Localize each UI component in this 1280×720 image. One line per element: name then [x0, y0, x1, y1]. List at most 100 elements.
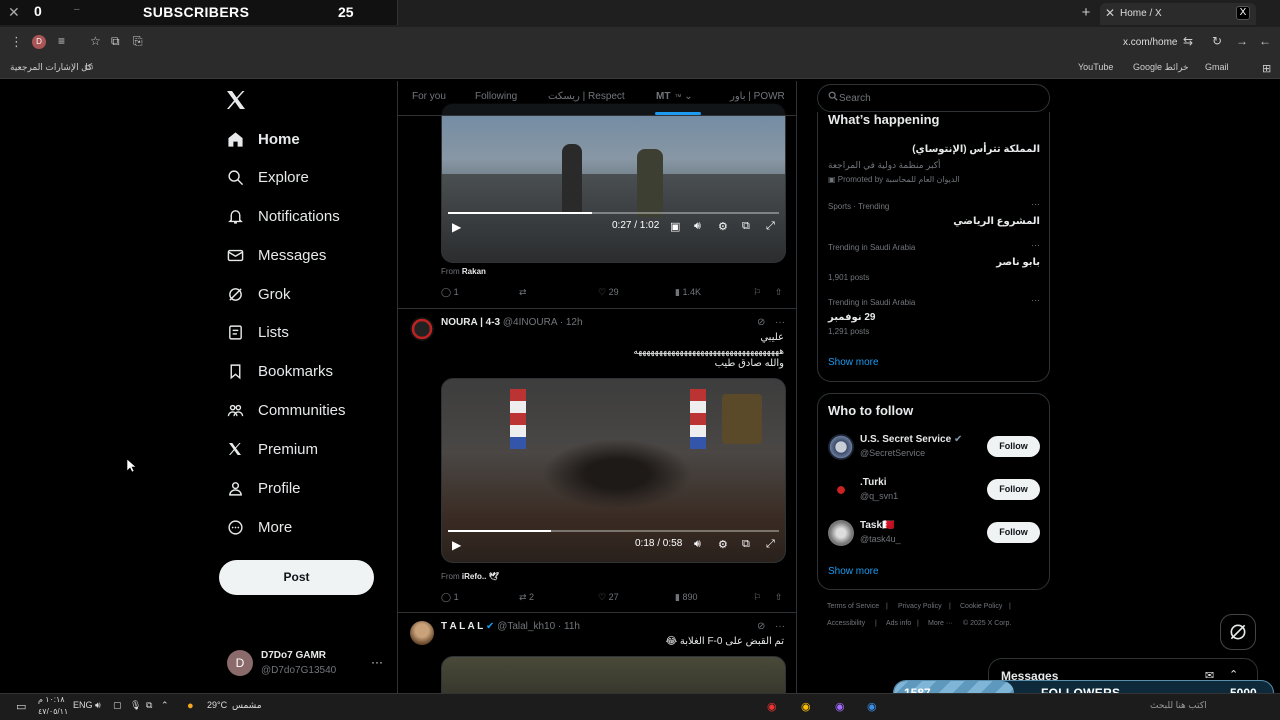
fullscreen-icon[interactable]: ⤢	[766, 538, 775, 551]
all-bookmarks[interactable]: كل الإشارات المرجعية	[10, 62, 92, 73]
footer-cookie[interactable]: Cookie Policy	[960, 603, 1002, 610]
avatar[interactable]	[410, 621, 434, 645]
bookmark-icon[interactable]: ⚐	[753, 287, 761, 298]
show-more-link[interactable]: Show more	[828, 566, 879, 577]
promoted-trend[interactable]: المملكة تترأس (الإنتوساي) أكبر منظمة دول…	[828, 144, 1040, 188]
reply-button[interactable]: ◯ 1	[441, 592, 459, 603]
from-name[interactable]: iRefo.. 🕊	[462, 572, 499, 581]
video-progress-track[interactable]	[448, 530, 779, 532]
more-dots-icon[interactable]: ···	[1031, 240, 1040, 250]
bookmark-maps[interactable]: Google خرائط	[1133, 62, 1189, 73]
post-button[interactable]: Post	[219, 560, 374, 595]
follow-button[interactable]: Follow	[987, 436, 1040, 457]
volume-icon[interactable]: 🔊︎	[95, 700, 101, 711]
app-icon[interactable]: ◉	[867, 700, 877, 713]
nav-communities[interactable]: Communities	[226, 395, 346, 425]
avatar[interactable]	[410, 317, 434, 341]
trend-item[interactable]: Trending in Saudi Arabia ··· 29 نوفمبر 1…	[828, 295, 1040, 342]
settings-icon[interactable]: ⚙	[718, 220, 728, 233]
taskbar-search[interactable]: اكتب هنا للبحث	[1150, 700, 1207, 711]
nav-home[interactable]: Home	[226, 124, 300, 154]
nav-messages[interactable]: Messages	[226, 240, 326, 270]
fullscreen-icon[interactable]: ⤢	[766, 220, 775, 233]
pip-icon[interactable]: ⧉	[742, 538, 750, 551]
grok-button[interactable]	[1220, 614, 1256, 650]
footer-ads[interactable]: Ads info	[886, 620, 911, 627]
overlay-close-icon[interactable]: ✕	[8, 4, 20, 21]
tweet-video[interactable]	[441, 656, 786, 693]
tab-respect[interactable]: ريسكت | Respect	[548, 91, 625, 102]
captions-icon[interactable]: ▣	[670, 220, 680, 233]
play-icon[interactable]: ▶	[452, 538, 461, 552]
grok-icon[interactable]: ⊘	[757, 317, 765, 328]
trend-item[interactable]: Trending in Saudi Arabia ··· بابو ناصر 1…	[828, 240, 1040, 287]
volume-icon[interactable]: 🔊︎	[694, 220, 701, 233]
weather-temp[interactable]: 29°C	[207, 700, 227, 710]
bookmark-youtube[interactable]: YouTube	[1078, 62, 1113, 72]
pip-icon[interactable]: ⧉	[742, 220, 750, 233]
account-switcher[interactable]: D D7Do7 GAMR @D7do7G13540 ···	[227, 648, 387, 680]
play-icon[interactable]: ▶	[452, 220, 461, 234]
nav-lists[interactable]: Lists	[226, 317, 289, 347]
tweet-handle[interactable]: @4INOURA	[503, 317, 557, 328]
views-button[interactable]: ▮ 890	[675, 592, 697, 603]
chrome-icon[interactable]: ◉	[801, 700, 811, 713]
follow-suggestion[interactable]: U.S. Secret Service ✔ @SecretService Fol…	[828, 434, 1040, 464]
more-dots-icon[interactable]: ···	[775, 317, 785, 328]
more-dots-icon[interactable]: ···	[1031, 199, 1040, 209]
show-more-link[interactable]: Show more	[828, 357, 879, 368]
tab-home[interactable]: ✕ Home / X X	[1100, 3, 1256, 25]
back-icon[interactable]: →	[1236, 34, 1248, 48]
video-progress-track[interactable]	[448, 212, 779, 214]
nav-bookmarks[interactable]: Bookmarks	[226, 356, 333, 386]
notifications-icon[interactable]: ▭	[16, 700, 26, 713]
profile-avatar[interactable]: D	[32, 35, 46, 49]
url-text[interactable]: x.com/home	[1123, 37, 1177, 48]
nav-premium[interactable]: Premium	[226, 434, 318, 464]
like-button[interactable]: ♡ 27	[598, 592, 619, 603]
tweet-video[interactable]: ▶ 0:27 / 1:02 ▣ 🔊︎ ⚙ ⧉ ⤢	[441, 103, 786, 263]
tab-powr[interactable]: باور | POWR	[730, 91, 785, 102]
menu-icon[interactable]: ⋮	[10, 34, 23, 50]
apps-grid-icon[interactable]: ⊞	[1262, 62, 1271, 75]
tweet-author[interactable]: T A L A L	[441, 621, 483, 632]
repost-icon[interactable]: ⇄	[519, 287, 527, 298]
settings-icon[interactable]: ⚙	[718, 538, 728, 551]
more-dots-icon[interactable]: ···	[371, 655, 383, 669]
nav-profile[interactable]: Profile	[226, 473, 301, 503]
chevron-up-icon[interactable]: ⌃	[161, 700, 169, 711]
footer-privacy[interactable]: Privacy Policy	[898, 603, 942, 610]
grok-icon[interactable]: ⊘	[757, 621, 765, 632]
bookmark-gmail[interactable]: Gmail	[1205, 62, 1229, 72]
x-logo-icon[interactable]	[224, 88, 248, 112]
from-name[interactable]: Rakan	[462, 267, 486, 276]
more-dots-icon[interactable]: ···	[775, 621, 785, 632]
follow-suggestion[interactable]: .Turki @q_svn1 Follow	[828, 477, 1040, 507]
mic-icon[interactable]: 🎙︎	[130, 700, 141, 711]
footer-accessibility[interactable]: Accessibility	[827, 620, 865, 627]
reply-button[interactable]: ◯ 1	[441, 287, 459, 298]
views-button[interactable]: ▮ 1.4K	[675, 287, 701, 298]
nav-more[interactable]: More	[226, 512, 292, 542]
tab-mt[interactable]: MT ™ ⌄	[656, 91, 693, 102]
app-icon[interactable]: ◉	[835, 700, 845, 713]
nav-notifications[interactable]: Notifications	[226, 201, 340, 231]
repost-button[interactable]: ⇄ 2	[519, 592, 534, 603]
like-button[interactable]: ♡ 29	[598, 287, 619, 298]
reload-icon[interactable]: ↻	[1212, 34, 1222, 48]
footer-terms[interactable]: Terms of Service	[827, 603, 879, 610]
star-icon[interactable]: ☆	[90, 34, 101, 48]
weather-label[interactable]: مشمس	[232, 700, 262, 711]
tray-icon[interactable]: ⧉	[146, 700, 152, 711]
media-icon[interactable]: ≡	[58, 34, 65, 48]
bookmark-icon[interactable]: ⚐	[753, 592, 761, 603]
footer-more[interactable]: More ···	[928, 620, 953, 627]
nav-grok[interactable]: Grok	[226, 279, 291, 309]
new-tab-button[interactable]: +	[1078, 4, 1094, 22]
more-dots-icon[interactable]: ···	[1031, 295, 1040, 305]
app-icon[interactable]: ◉	[767, 700, 777, 713]
volume-icon[interactable]: 🔊︎	[694, 538, 701, 551]
tab-for-you[interactable]: For you	[412, 91, 446, 102]
network-icon[interactable]: ▢	[113, 700, 122, 711]
forward-icon[interactable]: ←	[1259, 34, 1271, 48]
